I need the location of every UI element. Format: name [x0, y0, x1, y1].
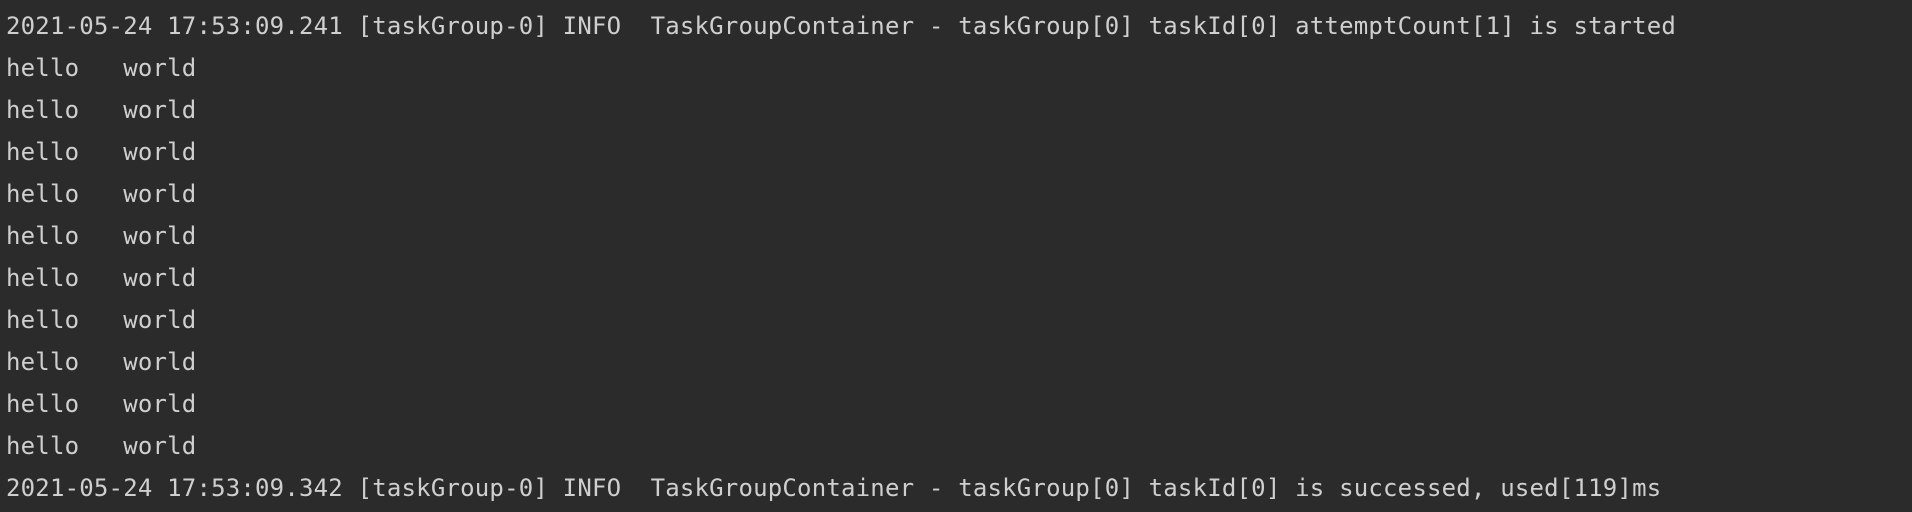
- output-line: hello world: [6, 390, 197, 418]
- log-line-completed: 2021-05-24 17:53:09.342 [taskGroup-0] IN…: [6, 474, 1662, 502]
- output-line: hello world: [6, 306, 197, 334]
- output-line: hello world: [6, 432, 197, 460]
- output-line: hello world: [6, 348, 197, 376]
- output-line: hello world: [6, 222, 197, 250]
- output-line: hello world: [6, 96, 197, 124]
- log-line-started: 2021-05-24 17:53:09.241 [taskGroup-0] IN…: [6, 12, 1677, 40]
- output-line: hello world: [6, 264, 197, 292]
- output-line: hello world: [6, 180, 197, 208]
- console-output[interactable]: 2021-05-24 17:53:09.241 [taskGroup-0] IN…: [0, 0, 1912, 512]
- output-line: hello world: [6, 54, 197, 82]
- output-line: hello world: [6, 138, 197, 166]
